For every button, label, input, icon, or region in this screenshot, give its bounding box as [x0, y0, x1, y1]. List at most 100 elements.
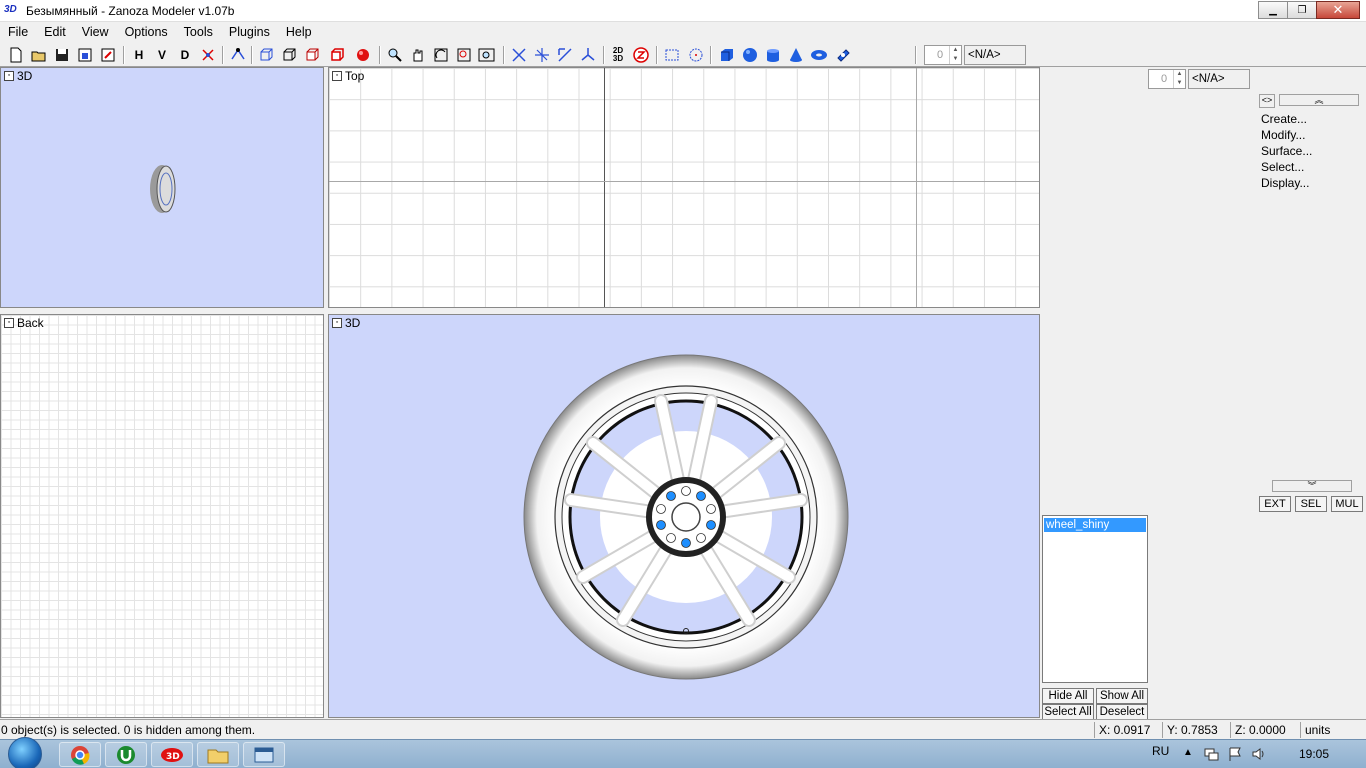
render-sphere-button[interactable]: [352, 45, 374, 65]
open-button[interactable]: [28, 45, 50, 65]
close-icon: ✕: [1332, 2, 1344, 17]
render-sphere-icon: [357, 49, 369, 61]
menu-file[interactable]: File: [0, 22, 36, 42]
zoom-all-button[interactable]: [476, 45, 498, 65]
command-display[interactable]: Display...: [1261, 175, 1309, 191]
minimize-icon: ▁: [1269, 4, 1277, 16]
panel-spinner-input[interactable]: 0 ▲ ▼: [1148, 69, 1186, 89]
export-icon: [101, 48, 115, 62]
mode-mul-button[interactable]: MUL: [1331, 496, 1363, 512]
viewport-3d-small[interactable]: ▫ 3D: [0, 67, 324, 308]
object-list-item[interactable]: wheel_shiny: [1044, 518, 1146, 532]
viewport-back[interactable]: ▫ Back: [0, 314, 324, 718]
cone-primitive-button[interactable]: [785, 45, 807, 65]
rotate-view-button[interactable]: [430, 45, 452, 65]
spinner-arrows-icon[interactable]: ▲ ▼: [949, 46, 961, 64]
taskbar-app-explorer[interactable]: [197, 742, 239, 767]
deselect-button[interactable]: Deselect: [1096, 704, 1148, 720]
menu-tools[interactable]: Tools: [176, 22, 221, 42]
cube-wire-button[interactable]: [255, 45, 277, 65]
menu-plugins[interactable]: Plugins: [221, 22, 278, 42]
select-all-button[interactable]: Select All: [1042, 704, 1094, 720]
toggle-2d-3d-button[interactable]: 2D 3D: [607, 45, 629, 65]
show-all-button[interactable]: Show All: [1096, 688, 1148, 704]
toolbar-spinner-input[interactable]: 0 ▲ ▼: [924, 45, 962, 65]
vertex-button[interactable]: [227, 45, 249, 65]
flag-icon[interactable]: [1227, 746, 1243, 762]
v-view-button[interactable]: V: [151, 45, 173, 65]
taskbar-app-zanoza[interactable]: 3D: [151, 742, 193, 767]
save-button[interactable]: [51, 45, 73, 65]
panel-na-field[interactable]: <N/A>: [1188, 69, 1250, 89]
command-surface[interactable]: Surface...: [1261, 143, 1312, 159]
zoom-button[interactable]: [384, 45, 406, 65]
command-modify[interactable]: Modify...: [1261, 127, 1305, 143]
rect-select-icon: [665, 49, 679, 61]
command-select[interactable]: Select...: [1261, 159, 1304, 175]
panel-toggle-button[interactable]: <>: [1259, 94, 1275, 108]
box-primitive-button[interactable]: [716, 45, 738, 65]
viewport-menu-icon[interactable]: ▫: [4, 71, 14, 81]
rect-select-button[interactable]: [661, 45, 683, 65]
scale-button[interactable]: [554, 45, 576, 65]
windows-taskbar: 3D RU ▲ 19:05: [0, 737, 1366, 768]
viewport-menu-icon[interactable]: ▫: [332, 71, 342, 81]
menu-view[interactable]: View: [74, 22, 117, 42]
start-button[interactable]: [8, 737, 42, 768]
scroll-up-button[interactable]: ︽: [1279, 94, 1359, 106]
h-view-button[interactable]: H: [128, 45, 150, 65]
restore-button[interactable]: ❐: [1287, 1, 1317, 19]
sphere-primitive-button[interactable]: [739, 45, 761, 65]
axis-button[interactable]: [577, 45, 599, 65]
minimize-button[interactable]: ▁: [1258, 1, 1288, 19]
transform-button[interactable]: [197, 45, 219, 65]
save-as-button[interactable]: [74, 45, 96, 65]
axis-line-vertical: [604, 68, 605, 307]
sphere-primitive-icon: [743, 48, 757, 62]
scroll-down-button[interactable]: ︾: [1272, 480, 1352, 492]
menu-options[interactable]: Options: [117, 22, 176, 42]
export-button[interactable]: [97, 45, 119, 65]
taskbar-app-utorrent[interactable]: [105, 742, 147, 767]
status-y-coord: Y: 0.7853: [1162, 722, 1228, 738]
taskbar-app-window[interactable]: [243, 742, 285, 767]
toolbar-spinner: 0 ▲ ▼ <N/A>: [924, 45, 1026, 65]
menu-edit[interactable]: Edit: [36, 22, 74, 42]
d-view-icon: D: [180, 48, 190, 62]
toolbar-na-field[interactable]: <N/A>: [964, 45, 1026, 65]
mode-ext-button[interactable]: EXT: [1259, 496, 1291, 512]
volume-icon[interactable]: [1251, 746, 1267, 762]
close-button[interactable]: ✕: [1316, 1, 1360, 19]
viewport-top[interactable]: ▫ Top: [328, 67, 1040, 308]
cylinder-primitive-button[interactable]: [762, 45, 784, 65]
network-icon[interactable]: [1203, 746, 1219, 762]
clock-time[interactable]: 19:05: [1299, 747, 1329, 761]
cube-red-button[interactable]: [326, 45, 348, 65]
viewport-3d-main[interactable]: ▫ 3D: [328, 314, 1040, 718]
torus-primitive-button[interactable]: [808, 45, 830, 65]
d-view-button[interactable]: D: [174, 45, 196, 65]
tray-expand-icon[interactable]: ▲: [1183, 747, 1193, 758]
z-button[interactable]: [630, 45, 652, 65]
cube-shaded-button[interactable]: [301, 45, 323, 65]
hide-all-button[interactable]: Hide All: [1042, 688, 1094, 704]
axis-icon: [581, 48, 595, 61]
move-button[interactable]: [508, 45, 530, 65]
mode-sel-button[interactable]: SEL: [1295, 496, 1327, 512]
rotate-button[interactable]: [531, 45, 553, 65]
language-indicator[interactable]: RU: [1152, 744, 1169, 758]
taskbar-app-chrome[interactable]: [59, 742, 101, 767]
new-file-button[interactable]: [5, 45, 27, 65]
object-list[interactable]: wheel_shiny: [1042, 515, 1148, 683]
capsule-primitive-button[interactable]: [832, 45, 854, 65]
viewport-menu-icon[interactable]: ▫: [4, 318, 14, 328]
save-as-icon: [78, 48, 92, 62]
command-create[interactable]: Create...: [1261, 111, 1307, 127]
zoom-region-button[interactable]: [453, 45, 475, 65]
spinner-arrows-icon[interactable]: ▲ ▼: [1173, 70, 1185, 88]
pan-button[interactable]: [407, 45, 429, 65]
cube-solid-button[interactable]: [278, 45, 300, 65]
pan-hand-icon: [413, 49, 423, 62]
menu-help[interactable]: Help: [278, 22, 320, 42]
circle-select-button[interactable]: [685, 45, 707, 65]
